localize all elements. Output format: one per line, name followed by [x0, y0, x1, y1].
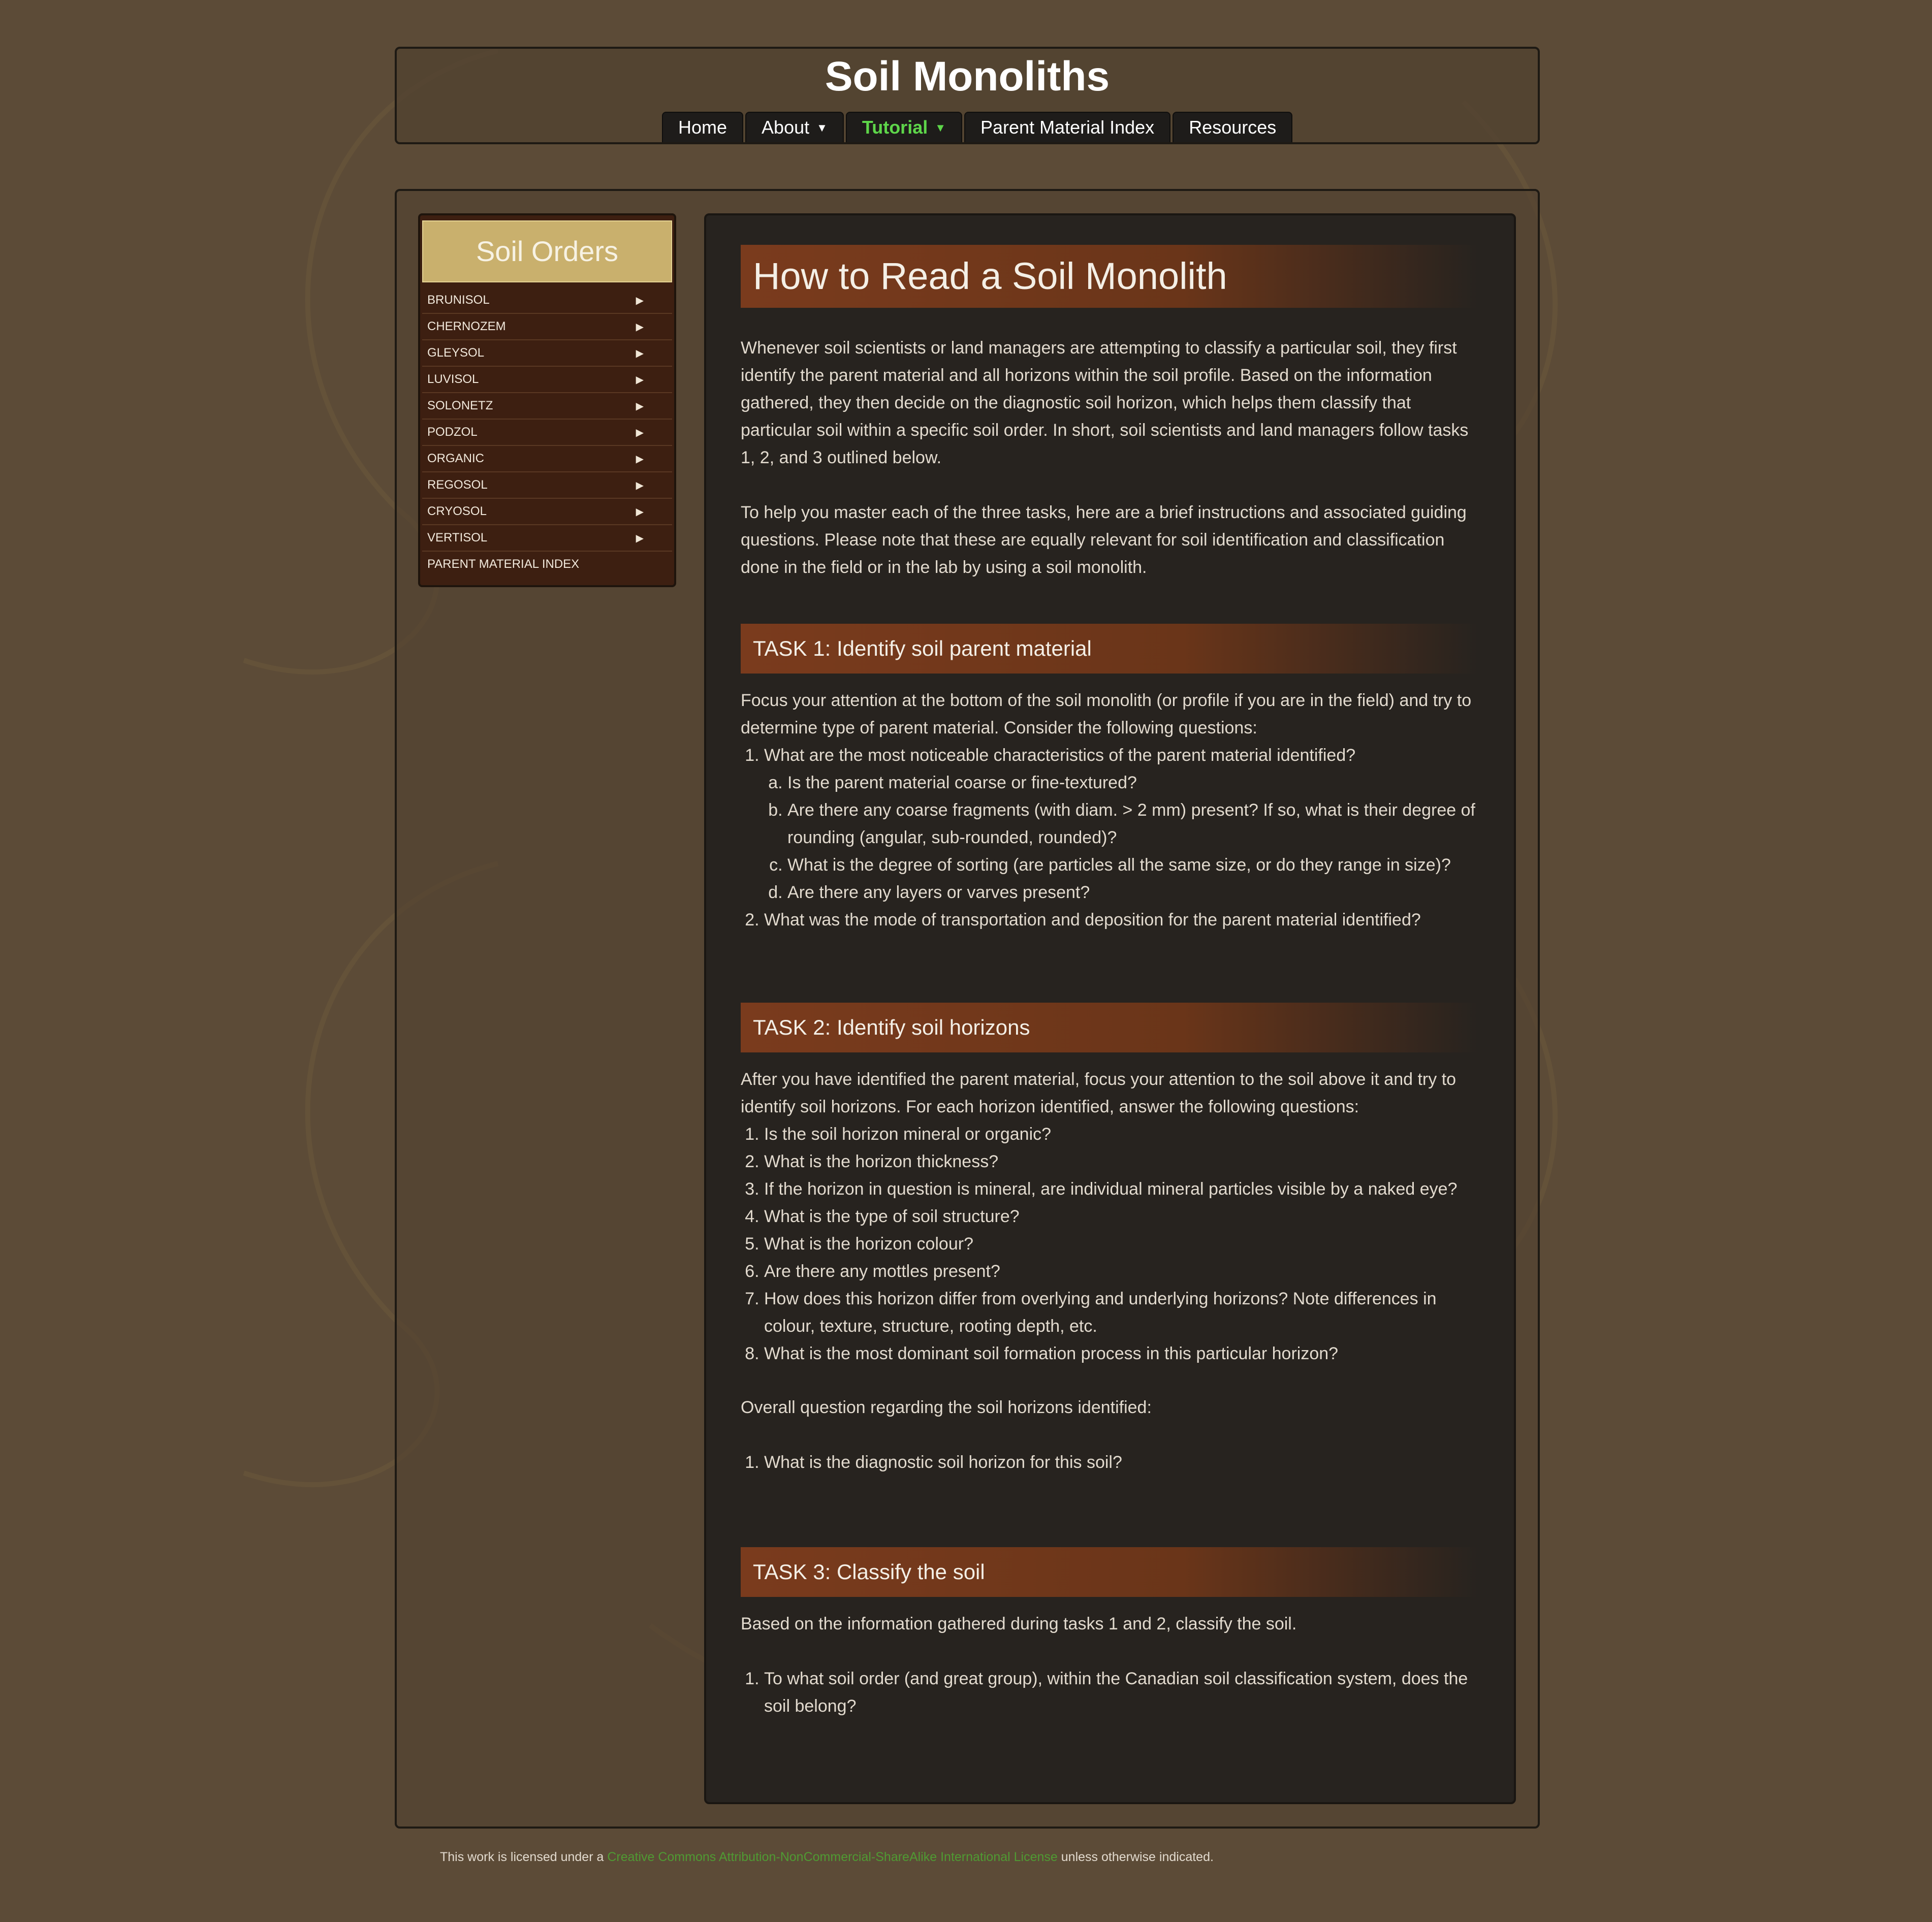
task2-heading: TASK 2: Identify soil horizons: [741, 1003, 1477, 1052]
nav-about[interactable]: About ▼: [745, 112, 844, 142]
list-item: What was the mode of transportation and …: [764, 906, 1477, 934]
sidebar-soil-orders: Soil Orders BRUNISOL ▶ CHERNOZEM ▶ GLEYSOL…: [418, 213, 676, 587]
list-item: What is the type of soil structure?: [764, 1203, 1477, 1230]
task3-heading: TASK 3: Classify the soil: [741, 1547, 1477, 1597]
caret-right-icon: ▶: [636, 506, 644, 518]
sidebar-item-parent-material-index[interactable]: PARENT MATERIAL INDEX: [422, 552, 672, 577]
site-title[interactable]: Soil Monoliths: [397, 53, 1538, 101]
caret-right-icon: ▶: [636, 347, 644, 359]
sidebar-item-organic[interactable]: ORGANIC ▶: [422, 446, 672, 472]
main-content: How to Read a Soil Monolith Whenever soi…: [704, 213, 1516, 1804]
nav-resources[interactable]: Resources: [1173, 112, 1293, 142]
list-item: What is the horizon thickness?: [764, 1148, 1477, 1175]
task1-questions: What are the most noticeable characteris…: [741, 742, 1477, 934]
task3-text: Based on the information gathered during…: [741, 1614, 1297, 1633]
header: Soil Monoliths Home About ▼ Tutorial ▼ Par…: [395, 47, 1540, 144]
caret-down-icon: ▼: [816, 121, 828, 134]
sidebar-item-regosol[interactable]: REGOSOL ▶: [422, 472, 672, 499]
license-link[interactable]: Creative Commons Attribution-NonCommerci…: [607, 1850, 1058, 1864]
footer-license: This work is licensed under a Creative C…: [440, 1850, 1214, 1864]
caret-right-icon: ▶: [636, 321, 644, 333]
sidebar-item-chernozem[interactable]: CHERNOZEM ▶: [422, 314, 672, 340]
task3-questions: To what soil order (and great group), wi…: [741, 1665, 1477, 1720]
sidebar-title: Soil Orders: [422, 220, 672, 282]
main-nav: Home About ▼ Tutorial ▼ Parent Material In…: [662, 112, 1293, 142]
intro-paragraph-1: Whenever soil scientists or land manager…: [741, 338, 1469, 467]
caret-right-icon: ▶: [636, 295, 644, 306]
list-item: Is the parent material coarse or fine-te…: [787, 769, 1477, 796]
list-item: What is the diagnostic soil horizon for …: [764, 1449, 1477, 1476]
list-item: To what soil order (and great group), wi…: [764, 1665, 1477, 1720]
nav-tutorial[interactable]: Tutorial ▼: [845, 112, 962, 142]
sidebar-item-cryosol[interactable]: CRYOSOL ▶: [422, 499, 672, 525]
sidebar-item-brunisol[interactable]: BRUNISOL ▶: [422, 287, 672, 314]
task1-heading: TASK 1: Identify soil parent material: [741, 624, 1477, 674]
sidebar-item-solonetz[interactable]: SOLONETZ ▶: [422, 393, 672, 420]
caret-right-icon: ▶: [636, 453, 644, 465]
caret-right-icon: ▶: [636, 374, 644, 386]
page-title: How to Read a Soil Monolith: [741, 245, 1477, 308]
list-item: Are there any layers or varves present?: [787, 879, 1477, 906]
list-item: What are the most noticeable characteris…: [764, 742, 1477, 906]
nav-home[interactable]: Home: [662, 112, 744, 142]
caret-down-icon: ▼: [935, 121, 946, 134]
sidebar-item-luvisol[interactable]: LUVISOL ▶: [422, 367, 672, 393]
list-item: Are there any coarse fragments (with dia…: [787, 796, 1477, 851]
task2-overall-text: Overall question regarding the soil hori…: [741, 1398, 1152, 1417]
sidebar-item-gleysol[interactable]: GLEYSOL ▶: [422, 340, 672, 367]
caret-right-icon: ▶: [636, 400, 644, 412]
list-item: Are there any mottles present?: [764, 1258, 1477, 1285]
list-item: If the horizon in question is mineral, a…: [764, 1175, 1477, 1203]
intro-paragraph-2: To help you master each of the three tas…: [741, 503, 1467, 577]
sidebar-item-podzol[interactable]: PODZOL ▶: [422, 420, 672, 446]
list-item: What is the degree of sorting (are parti…: [787, 851, 1477, 879]
task2-questions: Is the soil horizon mineral or organic? …: [741, 1120, 1477, 1367]
caret-right-icon: ▶: [636, 427, 644, 438]
sidebar-item-vertisol[interactable]: VERTISOL ▶: [422, 525, 672, 552]
task2-overall-questions: What is the diagnostic soil horizon for …: [741, 1449, 1477, 1476]
list-item: Is the soil horizon mineral or organic?: [764, 1120, 1477, 1148]
caret-right-icon: ▶: [636, 532, 644, 544]
list-item: What is the horizon colour?: [764, 1230, 1477, 1258]
list-item: How does this horizon differ from overly…: [764, 1285, 1477, 1340]
nav-parent-material-index[interactable]: Parent Material Index: [964, 112, 1171, 142]
caret-right-icon: ▶: [636, 479, 644, 491]
task1-text: Focus your attention at the bottom of th…: [741, 691, 1472, 738]
list-item: What is the most dominant soil formation…: [764, 1340, 1477, 1367]
task2-text: After you have identified the parent mat…: [741, 1070, 1456, 1116]
